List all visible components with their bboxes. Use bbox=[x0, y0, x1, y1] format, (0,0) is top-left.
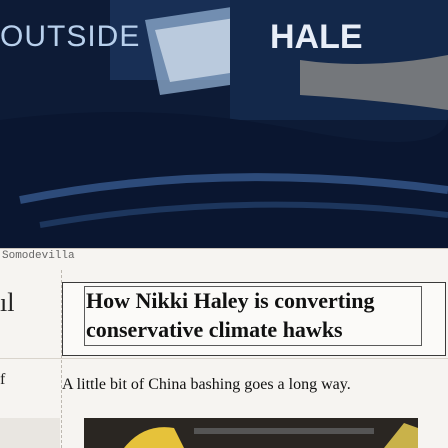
photo-credit: Somodevilla bbox=[2, 250, 75, 262]
left-column-fragment: ıl bbox=[0, 288, 15, 317]
thumbnail-illustration bbox=[84, 418, 418, 448]
divider bbox=[0, 358, 448, 359]
article-thumbnail[interactable] bbox=[84, 418, 418, 448]
photo-credit-strip: Somodevilla bbox=[0, 248, 448, 267]
left-image-fragment bbox=[0, 418, 60, 448]
hero-right-text: HALE bbox=[270, 18, 363, 56]
hero-left-text: OUTSIDE bbox=[0, 20, 141, 53]
left-column-fragment: f bbox=[0, 371, 6, 388]
hero-image[interactable]: OUTSIDE HALE bbox=[0, 0, 448, 250]
article-dek: A little bit of China bashing goes a lon… bbox=[62, 376, 351, 393]
headline-link[interactable]: How Nikki Haley is converting conservati… bbox=[86, 286, 446, 344]
